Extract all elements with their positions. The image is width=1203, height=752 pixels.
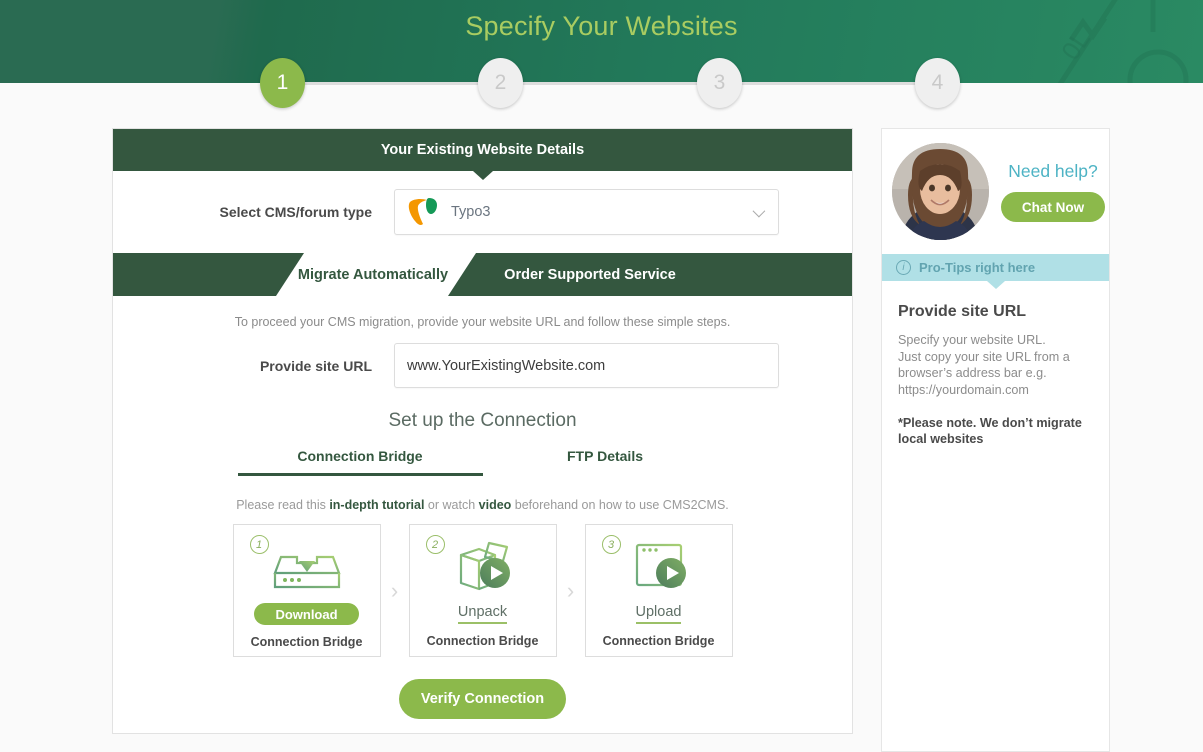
progress-stepper: 1 2 3 4: [0, 58, 1203, 108]
download-box-icon: [272, 541, 341, 589]
step-card-3-number: 3: [601, 535, 621, 554]
stepper-step-4-label: 4: [931, 71, 944, 94]
chevron-right-icon-1: ›: [381, 524, 409, 657]
avatar: [892, 143, 989, 240]
help-sidebar: Need help? Chat Now i Pro-Tips right her…: [881, 128, 1110, 752]
intro-text: To proceed your CMS migration, provide y…: [234, 315, 731, 329]
connection-method-tabs: Connection Bridge FTP Details: [113, 448, 852, 476]
info-icon-glyph: i: [902, 262, 905, 273]
connection-bridge-steps: 1 Download Connection Bridge › 2 Unpack …: [113, 524, 852, 657]
unpack-link-label: Unpack: [457, 604, 508, 620]
typo3-logo-icon: [408, 198, 437, 225]
pro-tips-label: Pro-Tips right here: [919, 260, 1036, 275]
stepper-step-1[interactable]: 1: [260, 58, 305, 108]
cms-type-label: Select CMS/forum type: [219, 204, 372, 220]
step-card-2-caption: Connection Bridge: [426, 634, 539, 648]
subtab-connection-bridge-label: Connection Bridge: [297, 448, 423, 464]
step-card-1-caption: Connection Bridge: [250, 635, 363, 649]
verify-connection-button[interactable]: Verify Connection: [399, 679, 566, 719]
verify-connection-row: Verify Connection: [113, 679, 852, 719]
step-card-download: 1 Download Connection Bridge: [232, 524, 381, 657]
tutorial-link[interactable]: in-depth tutorial: [329, 498, 424, 512]
site-url-row: Provide site URL: [113, 343, 852, 388]
pro-tips-heading: Provide site URL: [898, 303, 1027, 320]
pro-tips-bar: i Pro-Tips right here: [882, 254, 1109, 289]
tab-order-supported-service[interactable]: Order Supported Service: [480, 253, 700, 296]
avatar-photo: [892, 143, 989, 240]
subtab-ftp-details-label: FTP Details: [567, 448, 643, 464]
tab-order-supported-service-label: Order Supported Service: [504, 266, 676, 283]
setup-connection-title: Set up the Connection: [388, 410, 577, 431]
unpack-link[interactable]: Unpack: [457, 604, 508, 624]
stepper-step-3-label: 3: [713, 71, 726, 94]
need-help-actions: Need help? Chat Now: [1001, 161, 1105, 222]
info-icon: i: [896, 260, 911, 275]
chevron-down-icon: [752, 204, 766, 218]
pro-tips-text: Specify your website URL. Just copy your…: [898, 333, 1070, 397]
site-url-input[interactable]: [394, 343, 779, 388]
upload-link-label: Upload: [635, 604, 682, 620]
chat-now-button[interactable]: Chat Now: [1001, 192, 1105, 222]
page-title: Specify Your Websites: [465, 11, 738, 41]
tab-migrate-automatically-label: Migrate Automatically: [297, 266, 449, 283]
chat-now-label: Chat Now: [1021, 199, 1085, 215]
site-url-label: Provide site URL: [259, 357, 372, 374]
need-help-title: Need help?: [1008, 161, 1098, 181]
pro-tips-content: Provide site URL Specify your website UR…: [882, 281, 1109, 447]
subtab-connection-bridge[interactable]: Connection Bridge: [237, 448, 483, 476]
stepper-step-2-label: 2: [494, 71, 507, 94]
tutorial-hint: Please read this in-depth tutorial or wa…: [113, 498, 852, 512]
cms-type-value: Typo3: [451, 204, 491, 220]
step-card-upload: 3 Upload Connection Bridge: [584, 524, 733, 657]
video-link[interactable]: video: [479, 498, 512, 512]
browser-window-play-icon: [635, 543, 686, 588]
card-header-title: Your Existing Website Details: [380, 142, 585, 158]
pro-tips-note: *Please note. We don’t migrate local web…: [898, 416, 1082, 446]
chevron-2-glyph: ›: [566, 577, 575, 603]
stepper-step-3[interactable]: 3: [697, 58, 742, 108]
tutorial-prefix: Please read this: [236, 498, 330, 512]
download-button-label: Download: [275, 606, 338, 622]
stepper-step-1-label: 1: [276, 71, 289, 94]
stepper-connector-line: [283, 82, 938, 85]
upload-link[interactable]: Upload: [635, 604, 682, 624]
tutorial-middle: or watch: [424, 498, 479, 512]
stepper-step-2[interactable]: 2: [478, 58, 523, 108]
stepper-step-4[interactable]: 4: [915, 58, 960, 108]
step-card-unpack: 2 Unpack Connection Bridge: [408, 524, 557, 657]
need-help-block: Need help? Chat Now: [882, 129, 1109, 254]
chevron-1-glyph: ›: [390, 577, 399, 603]
cms-type-select[interactable]: Typo3: [394, 189, 779, 235]
step-card-1-number: 1: [249, 535, 269, 554]
download-button[interactable]: Download: [254, 603, 359, 625]
cms-type-row: Select CMS/forum type Typo3: [113, 171, 852, 253]
migration-mode-tabs: Migrate Automatically Order Supported Se…: [113, 253, 852, 296]
tutorial-suffix: beforehand on how to use CMS2CMS.: [511, 498, 729, 512]
step-card-2-number: 2: [425, 535, 445, 554]
step-card-3-caption: Connection Bridge: [602, 634, 715, 648]
tab-migrate-automatically[interactable]: Migrate Automatically: [276, 253, 476, 296]
chevron-right-icon-2: ›: [557, 524, 585, 657]
subtab-ftp-details[interactable]: FTP Details: [483, 448, 728, 476]
card-header: Your Existing Website Details: [113, 129, 852, 180]
open-box-play-icon: [459, 541, 510, 591]
existing-website-card: Your Existing Website Details Select CMS…: [112, 128, 853, 734]
